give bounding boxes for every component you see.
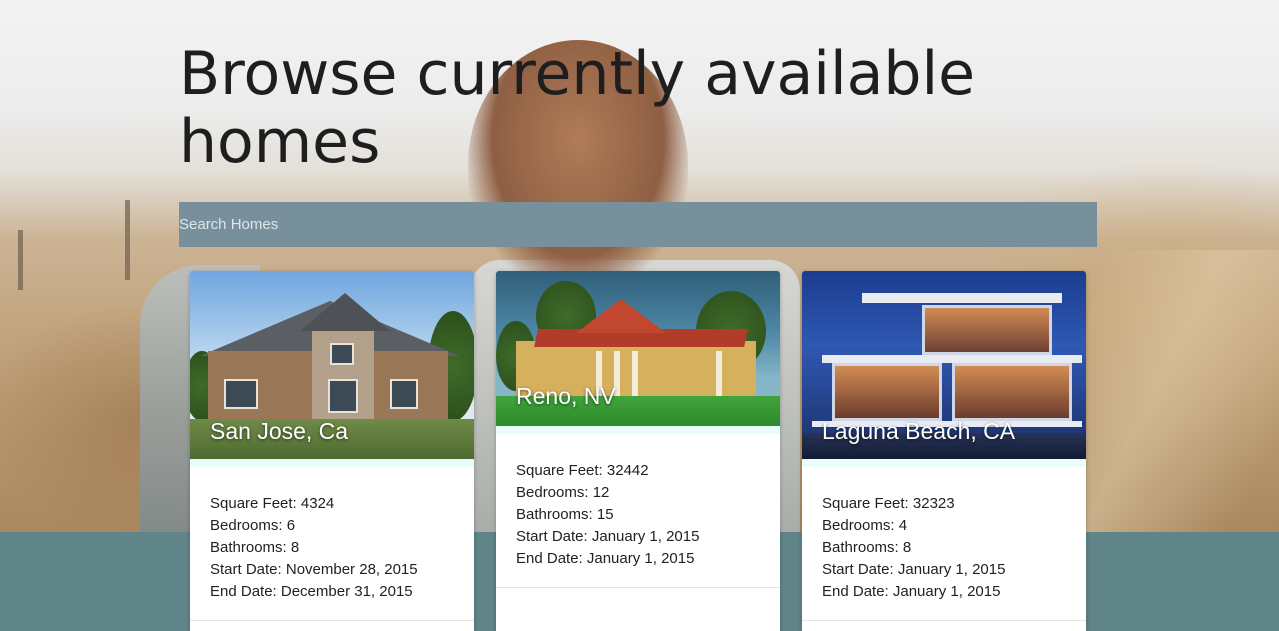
listing-start-date: Start Date: January 1, 2015 xyxy=(822,561,1006,578)
listing-end-date: End Date: January 1, 2015 xyxy=(516,550,695,567)
listing-end-date: End Date: December 31, 2015 xyxy=(210,583,413,600)
photo-roof-gable xyxy=(576,299,666,333)
listing-photo: Reno, NV xyxy=(496,271,780,426)
listing-location: San Jose, Ca xyxy=(210,418,349,444)
listing-card[interactable]: Laguna Beach, CA Square Feet: 32323 Bedr… xyxy=(802,271,1086,631)
listing-start-date: Start Date: January 1, 2015 xyxy=(516,528,700,545)
listing-square-feet: Square Feet: 4324 xyxy=(210,495,335,512)
hero-fence-post xyxy=(18,230,23,290)
listing-bedrooms: Bedrooms: 12 xyxy=(516,484,610,501)
card-accent-strip xyxy=(190,459,474,467)
listing-bathrooms: Bathrooms: 8 xyxy=(210,539,300,556)
card-divider xyxy=(190,620,474,621)
listing-details: Square Feet: 4324 Bedrooms: 6 Bathrooms:… xyxy=(190,467,474,619)
photo-column xyxy=(632,351,638,401)
photo-window xyxy=(328,379,358,413)
listing-location: Reno, NV xyxy=(516,383,616,409)
photo-glass-wall xyxy=(832,363,942,421)
photo-window xyxy=(224,379,258,409)
photo-roof-slab xyxy=(862,293,1062,303)
listing-end-date: End Date: January 1, 2015 xyxy=(822,583,1001,600)
photo-glass-wall xyxy=(952,363,1072,421)
card-accent-strip xyxy=(496,426,780,434)
search-input[interactable] xyxy=(179,202,1097,247)
listing-start-date: Start Date: November 28, 2015 xyxy=(210,561,418,578)
photo-window xyxy=(390,379,418,409)
photo-roof-gable xyxy=(300,293,390,331)
listing-location: Laguna Beach, CA xyxy=(822,418,1016,444)
photo-column xyxy=(716,351,722,401)
photo-glass-wall xyxy=(922,305,1052,355)
hero-fence-post xyxy=(125,200,130,280)
listing-card[interactable]: San Jose, Ca Square Feet: 4324 Bedrooms:… xyxy=(190,271,474,631)
listing-card[interactable]: Reno, NV Square Feet: 32442 Bedrooms: 12… xyxy=(496,271,780,631)
card-accent-strip xyxy=(802,459,1086,467)
photo-window xyxy=(330,343,354,365)
listing-photo: San Jose, Ca xyxy=(190,271,474,459)
listing-details: Square Feet: 32442 Bedrooms: 12 Bathroom… xyxy=(496,434,780,586)
listing-details: Square Feet: 32323 Bedrooms: 4 Bathrooms… xyxy=(802,467,1086,619)
listing-square-feet: Square Feet: 32323 xyxy=(822,495,955,512)
listing-bathrooms: Bathrooms: 8 xyxy=(822,539,912,556)
listing-square-feet: Square Feet: 32442 xyxy=(516,462,649,479)
listing-bathrooms: Bathrooms: 15 xyxy=(516,506,614,523)
card-divider xyxy=(496,587,780,588)
page-title: Browse currently available homes xyxy=(179,39,976,177)
card-divider xyxy=(802,620,1086,621)
listing-bedrooms: Bedrooms: 6 xyxy=(210,517,296,534)
listing-photo: Laguna Beach, CA xyxy=(802,271,1086,459)
listing-bedrooms: Bedrooms: 4 xyxy=(822,517,908,534)
photo-floor-slab xyxy=(822,355,1082,363)
